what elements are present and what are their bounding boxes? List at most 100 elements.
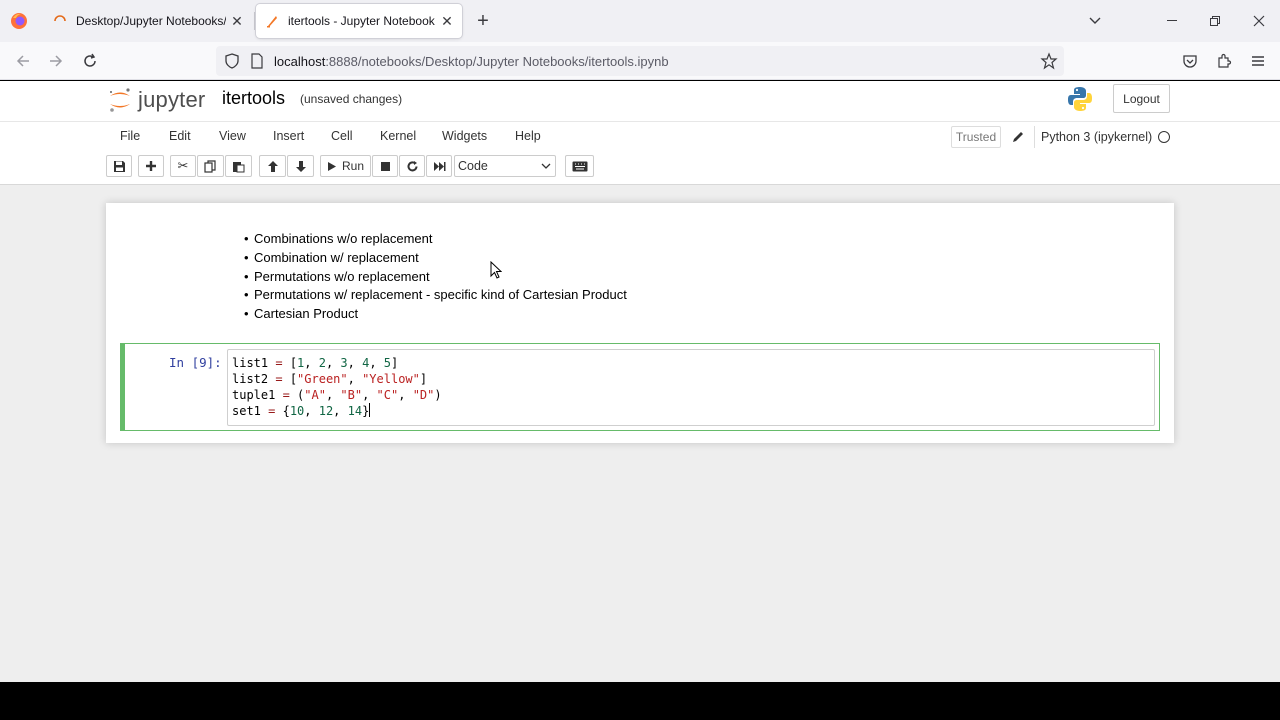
mouse-pointer-icon — [490, 261, 502, 279]
jupyter-page: jupyter itertools (unsaved changes) Logo… — [0, 81, 1280, 682]
firefox-icon[interactable] — [10, 12, 28, 30]
url-path: :8888/notebooks/Desktop/Jupyter Notebook… — [325, 54, 669, 69]
new-tab-icon[interactable]: + — [471, 9, 495, 33]
back-arrow-icon[interactable] — [10, 49, 36, 73]
app-menu-icon[interactable] — [1245, 49, 1271, 73]
edit-mode-pencil-icon — [1013, 132, 1023, 142]
code-line: list2 = ["Green", "Yellow"] — [232, 372, 428, 386]
trusted-indicator[interactable]: Trusted — [951, 126, 1001, 148]
save-button[interactable] — [106, 155, 132, 177]
menu-help[interactable]: Help — [515, 129, 541, 143]
logout-button[interactable]: Logout — [1113, 84, 1170, 113]
close-window-icon[interactable] — [1244, 8, 1274, 34]
list-item-text: Permutations w/o replacement — [254, 268, 430, 284]
arrow-down-icon — [295, 160, 306, 172]
stop-icon — [380, 161, 390, 171]
close-tab-icon[interactable]: ✕ — [436, 10, 458, 32]
interrupt-kernel-button[interactable] — [372, 155, 398, 177]
pocket-icon[interactable] — [1177, 49, 1203, 73]
bookmark-star-icon[interactable] — [1040, 52, 1058, 70]
python-logo-icon — [1068, 87, 1092, 111]
list-item: • Cartesian Product — [244, 306, 359, 322]
markdown-list: • Combinations w/o replacement • Combinati… — [244, 230, 627, 324]
tracking-protection-shield-icon[interactable] — [224, 53, 240, 69]
command-palette-button[interactable] — [565, 155, 594, 177]
insert-cell-button[interactable] — [138, 155, 164, 177]
browser-tab-bar: Desktop/Jupyter Notebooks/ ✕ itertools -… — [0, 0, 1280, 42]
scissors-icon: ✂ — [177, 158, 189, 173]
copy-button[interactable] — [197, 155, 224, 177]
fast-forward-icon — [433, 161, 445, 171]
menu-widgets[interactable]: Widgets — [442, 129, 487, 143]
text-cursor — [369, 403, 371, 417]
run-label: Run — [341, 159, 364, 173]
list-item-text: Combinations w/o replacement — [254, 231, 433, 246]
code-text[interactable]: list1 = [1, 2, 3, 4, 5] list2 = ["Green"… — [232, 355, 442, 419]
extensions-icon[interactable] — [1211, 49, 1237, 73]
list-item-text: Combination w/ replacement — [254, 249, 419, 265]
list-item: • Combination w/ replacement — [244, 249, 419, 265]
jupyter-logo[interactable]: jupyter — [108, 85, 205, 115]
menu-view[interactable]: View — [219, 129, 246, 143]
save-status: (unsaved changes) — [300, 92, 403, 106]
kernel-name[interactable]: Python 3 (ipykernel) — [1034, 126, 1152, 148]
cell-type-select[interactable]: Code — [454, 155, 556, 177]
menu-file[interactable]: File — [120, 129, 140, 143]
notebook-favicon-icon — [264, 13, 280, 29]
address-bar[interactable]: localhost:8888/notebooks/Desktop/Jupyter… — [216, 46, 1064, 76]
page-info-icon[interactable] — [250, 53, 264, 69]
letterbox-bar — [0, 682, 1280, 720]
play-icon — [327, 161, 336, 171]
tab-jupyter-tree[interactable]: Desktop/Jupyter Notebooks/ ✕ — [42, 4, 252, 38]
move-cell-up-button[interactable] — [259, 155, 286, 177]
move-cell-down-button[interactable] — [287, 155, 314, 177]
list-item: • Permutations w/ replacement - specific … — [244, 287, 627, 303]
restart-run-all-button[interactable] — [426, 155, 452, 177]
menu-insert[interactable]: Insert — [273, 129, 304, 143]
list-all-tabs-icon[interactable] — [1080, 8, 1110, 34]
url-text: localhost:8888/notebooks/Desktop/Jupyter… — [274, 54, 669, 69]
input-prompt: In [9]: — [169, 355, 222, 370]
notebook-container: • Combinations w/o replacement • Combinati… — [106, 203, 1174, 443]
forward-arrow-icon[interactable] — [43, 49, 69, 73]
save-icon — [113, 160, 125, 172]
code-line: set1 = {10, 12, 14} — [232, 403, 371, 418]
jupyter-header: jupyter itertools (unsaved changes) Logo… — [0, 81, 1280, 121]
code-line: tuple1 = ("A", "B", "C", "D") — [232, 388, 442, 402]
cell-type-value: Code — [458, 159, 488, 173]
markdown-cell[interactable]: • Combinations w/o replacement • Combinati… — [106, 203, 1174, 338]
tab-itertools-notebook[interactable]: itertools - Jupyter Notebook ✕ — [256, 4, 462, 38]
jupyter-logo-text: jupyter — [138, 87, 206, 112]
code-cell-selected[interactable]: In [9]: list1 = [1, 2, 3, 4, 5] list2 = … — [120, 343, 1160, 431]
tab-title: Desktop/Jupyter Notebooks/ — [76, 14, 226, 28]
code-line: list1 = [1, 2, 3, 4, 5] — [232, 356, 399, 370]
cut-button[interactable]: ✂ — [170, 155, 196, 177]
paste-icon — [233, 161, 245, 172]
jupyter-logo-icon — [110, 88, 130, 112]
notebook-menubar: File Edit View Insert Cell Kernel Widget… — [0, 121, 1280, 152]
notebook-toolbar: ✂ Run Code — [0, 152, 1280, 185]
keyboard-icon — [572, 161, 587, 171]
copy-icon — [204, 159, 216, 173]
url-host: localhost — [274, 54, 326, 69]
notebook-name[interactable]: itertools — [222, 88, 285, 109]
chevron-down-icon — [541, 163, 551, 169]
reload-icon[interactable] — [77, 49, 103, 73]
paste-button[interactable] — [225, 155, 252, 177]
menu-cell[interactable]: Cell — [331, 129, 353, 143]
kernel-idle-indicator-icon — [1158, 131, 1170, 143]
restart-kernel-button[interactable] — [399, 155, 425, 177]
plus-icon — [146, 161, 156, 171]
close-tab-icon[interactable]: ✕ — [226, 10, 248, 32]
menu-edit[interactable]: Edit — [169, 129, 191, 143]
list-item-text: Cartesian Product — [254, 306, 359, 322]
run-cell-button[interactable]: Run — [320, 155, 371, 177]
restart-icon — [407, 160, 417, 171]
code-editor[interactable]: list1 = [1, 2, 3, 4, 5] list2 = ["Green"… — [227, 349, 1155, 426]
list-item: • Combinations w/o replacement — [244, 231, 433, 246]
menu-kernel[interactable]: Kernel — [380, 129, 416, 143]
list-item: • Permutations w/o replacement — [244, 268, 430, 284]
loading-spinner-icon — [52, 13, 68, 29]
restore-window-icon[interactable] — [1200, 8, 1230, 34]
minimize-window-icon[interactable] — [1158, 8, 1188, 34]
